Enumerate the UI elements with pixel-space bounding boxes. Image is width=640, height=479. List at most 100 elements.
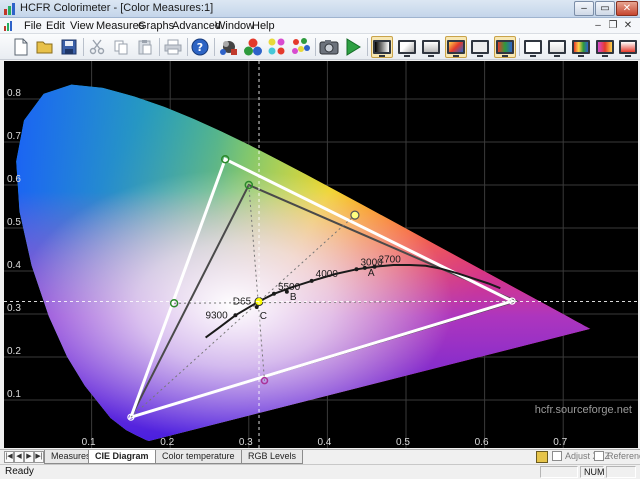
minimize-button[interactable]: –: [574, 1, 594, 16]
status-bar: Ready NUM: [0, 464, 640, 479]
camera-button[interactable]: [318, 36, 340, 58]
save-icon: [61, 39, 77, 55]
spectral-locus: [16, 84, 591, 441]
menu-advanced[interactable]: Advanced: [172, 20, 221, 32]
document-icon: [4, 21, 12, 31]
copy-button[interactable]: [110, 36, 132, 58]
copy-icon: [114, 40, 128, 55]
illuminant-label: A: [368, 268, 375, 279]
menu-graphs[interactable]: Graphs: [138, 20, 174, 32]
svg-text:?: ?: [197, 41, 203, 54]
y-tick-label: 0.8: [7, 88, 21, 99]
save-button[interactable]: [58, 36, 80, 58]
title-bar[interactable]: HCFR Colorimeter - [Color Measures:1] – …: [0, 0, 640, 18]
monitor-primaries-icon: [398, 40, 416, 57]
cut-button[interactable]: [86, 36, 108, 58]
blackbody-label: 9300: [205, 310, 228, 321]
mdi-close-button[interactable]: ✕: [622, 20, 634, 32]
cie-diagram[interactable]: 0.1 0.2 0.3 0.4 0.5 0.6 0.7 0.1 0.2 0.3 0.4 0.5 0.6 0…: [4, 61, 638, 448]
contrast-view-button[interactable]: [522, 36, 544, 58]
secondaries-view-button[interactable]: [420, 36, 442, 58]
new-file-icon: [14, 38, 28, 56]
mdi-restore-button[interactable]: ❐: [607, 20, 619, 32]
window-title: HCFR Colorimeter - [Color Measures:1]: [20, 2, 214, 14]
adjust-xyz-box[interactable]: [552, 451, 562, 461]
colors-button[interactable]: [266, 36, 288, 58]
new-button[interactable]: [10, 36, 32, 58]
next-tab-button[interactable]: ▶: [24, 451, 34, 463]
menu-view[interactable]: View: [70, 20, 94, 32]
menu-help[interactable]: Help: [252, 20, 275, 32]
tool-icon[interactable]: [536, 451, 548, 463]
full-view-button[interactable]: [445, 36, 467, 58]
rgb-button[interactable]: [242, 36, 264, 58]
play-icon: [346, 38, 361, 56]
rgb-balls-icon: [244, 38, 262, 56]
maximize-button[interactable]: ▭: [595, 1, 615, 16]
play-button[interactable]: [342, 36, 364, 58]
y-tick-label: 0.4: [7, 260, 21, 271]
toolbar-separator: [214, 38, 215, 56]
status-num: NUM: [580, 466, 605, 478]
palette-button[interactable]: [290, 36, 312, 58]
menu-window[interactable]: Window: [215, 20, 254, 32]
app-icon: [4, 3, 15, 15]
monitor-near-white-icon: [548, 40, 566, 57]
first-tab-button[interactable]: |◀: [4, 451, 14, 463]
saturation-view-button[interactable]: [494, 36, 516, 58]
x-tick-label: 0.3: [239, 437, 253, 448]
luminance-view-button[interactable]: [617, 36, 639, 58]
toolbar-separator: [159, 38, 160, 56]
monitor-contrast-icon: [524, 40, 542, 57]
sensor-icon: [220, 41, 237, 55]
paste-icon: [138, 40, 152, 55]
cie-view-button[interactable]: [570, 36, 592, 58]
toolbar-separator: [83, 38, 84, 56]
x-tick-label: 0.5: [396, 437, 410, 448]
near-white-view-button[interactable]: [546, 36, 568, 58]
y-tick-label: 0.5: [7, 217, 21, 228]
menu-edit[interactable]: Edit: [46, 20, 65, 32]
primaries-view-button[interactable]: [396, 36, 418, 58]
monitor-cie-icon: [572, 40, 590, 57]
help-button[interactable]: ?: [189, 36, 211, 58]
prev-tab-button[interactable]: ◀: [14, 451, 24, 463]
illuminant-point: [284, 289, 289, 294]
colors-icon: [268, 38, 285, 55]
last-tab-button[interactable]: ▶|: [34, 451, 44, 463]
cie-diagram-svg[interactable]: 0.1 0.2 0.3 0.4 0.5 0.6 0.7 0.1 0.2 0.3 0.4 0.5 0.6 0…: [4, 61, 638, 448]
blackbody-point: [354, 267, 359, 272]
tab-cie-diagram[interactable]: CIE Diagram: [88, 450, 156, 464]
close-button[interactable]: ✕: [616, 1, 638, 16]
gradient-view-button[interactable]: [594, 36, 616, 58]
monitor-luminance-icon: [619, 40, 637, 57]
paste-button[interactable]: [134, 36, 156, 58]
x-tick-label: 0.7: [553, 437, 567, 448]
toolbar-separator: [367, 38, 368, 56]
tab-color-temperature[interactable]: Color temperature: [155, 450, 242, 464]
print-button[interactable]: [162, 36, 184, 58]
monitor-grayscale-icon: [373, 40, 391, 57]
blackbody-point: [271, 291, 276, 296]
camera-icon: [319, 40, 339, 55]
tab-rgb-levels[interactable]: RGB Levels: [241, 450, 304, 464]
open-button[interactable]: [34, 36, 56, 58]
menu-file[interactable]: File: [24, 20, 42, 32]
measured-yellow-marker: [350, 210, 360, 220]
tab-strip: |◀ ◀ ▶ ▶| Measures CIE Diagram Color tem…: [0, 449, 640, 464]
y-tick-label: 0.7: [7, 131, 21, 142]
status-pane: [540, 466, 578, 478]
grayscale-view-button[interactable]: [371, 36, 393, 58]
sensor-button[interactable]: [218, 36, 240, 58]
blackbody-point: [233, 313, 238, 318]
illuminant-point: [362, 265, 367, 270]
reference-label: Reference: [607, 451, 640, 461]
toolbar: ?: [0, 34, 640, 60]
mdi-minimize-button[interactable]: –: [592, 20, 604, 32]
near-black-view-button[interactable]: [469, 36, 491, 58]
reference-checkbox[interactable]: Reference: [594, 451, 640, 461]
toolbar-separator: [519, 38, 520, 56]
cut-icon: [89, 39, 105, 55]
monitor-saturation-icon: [496, 40, 514, 57]
reference-box[interactable]: [594, 451, 604, 461]
